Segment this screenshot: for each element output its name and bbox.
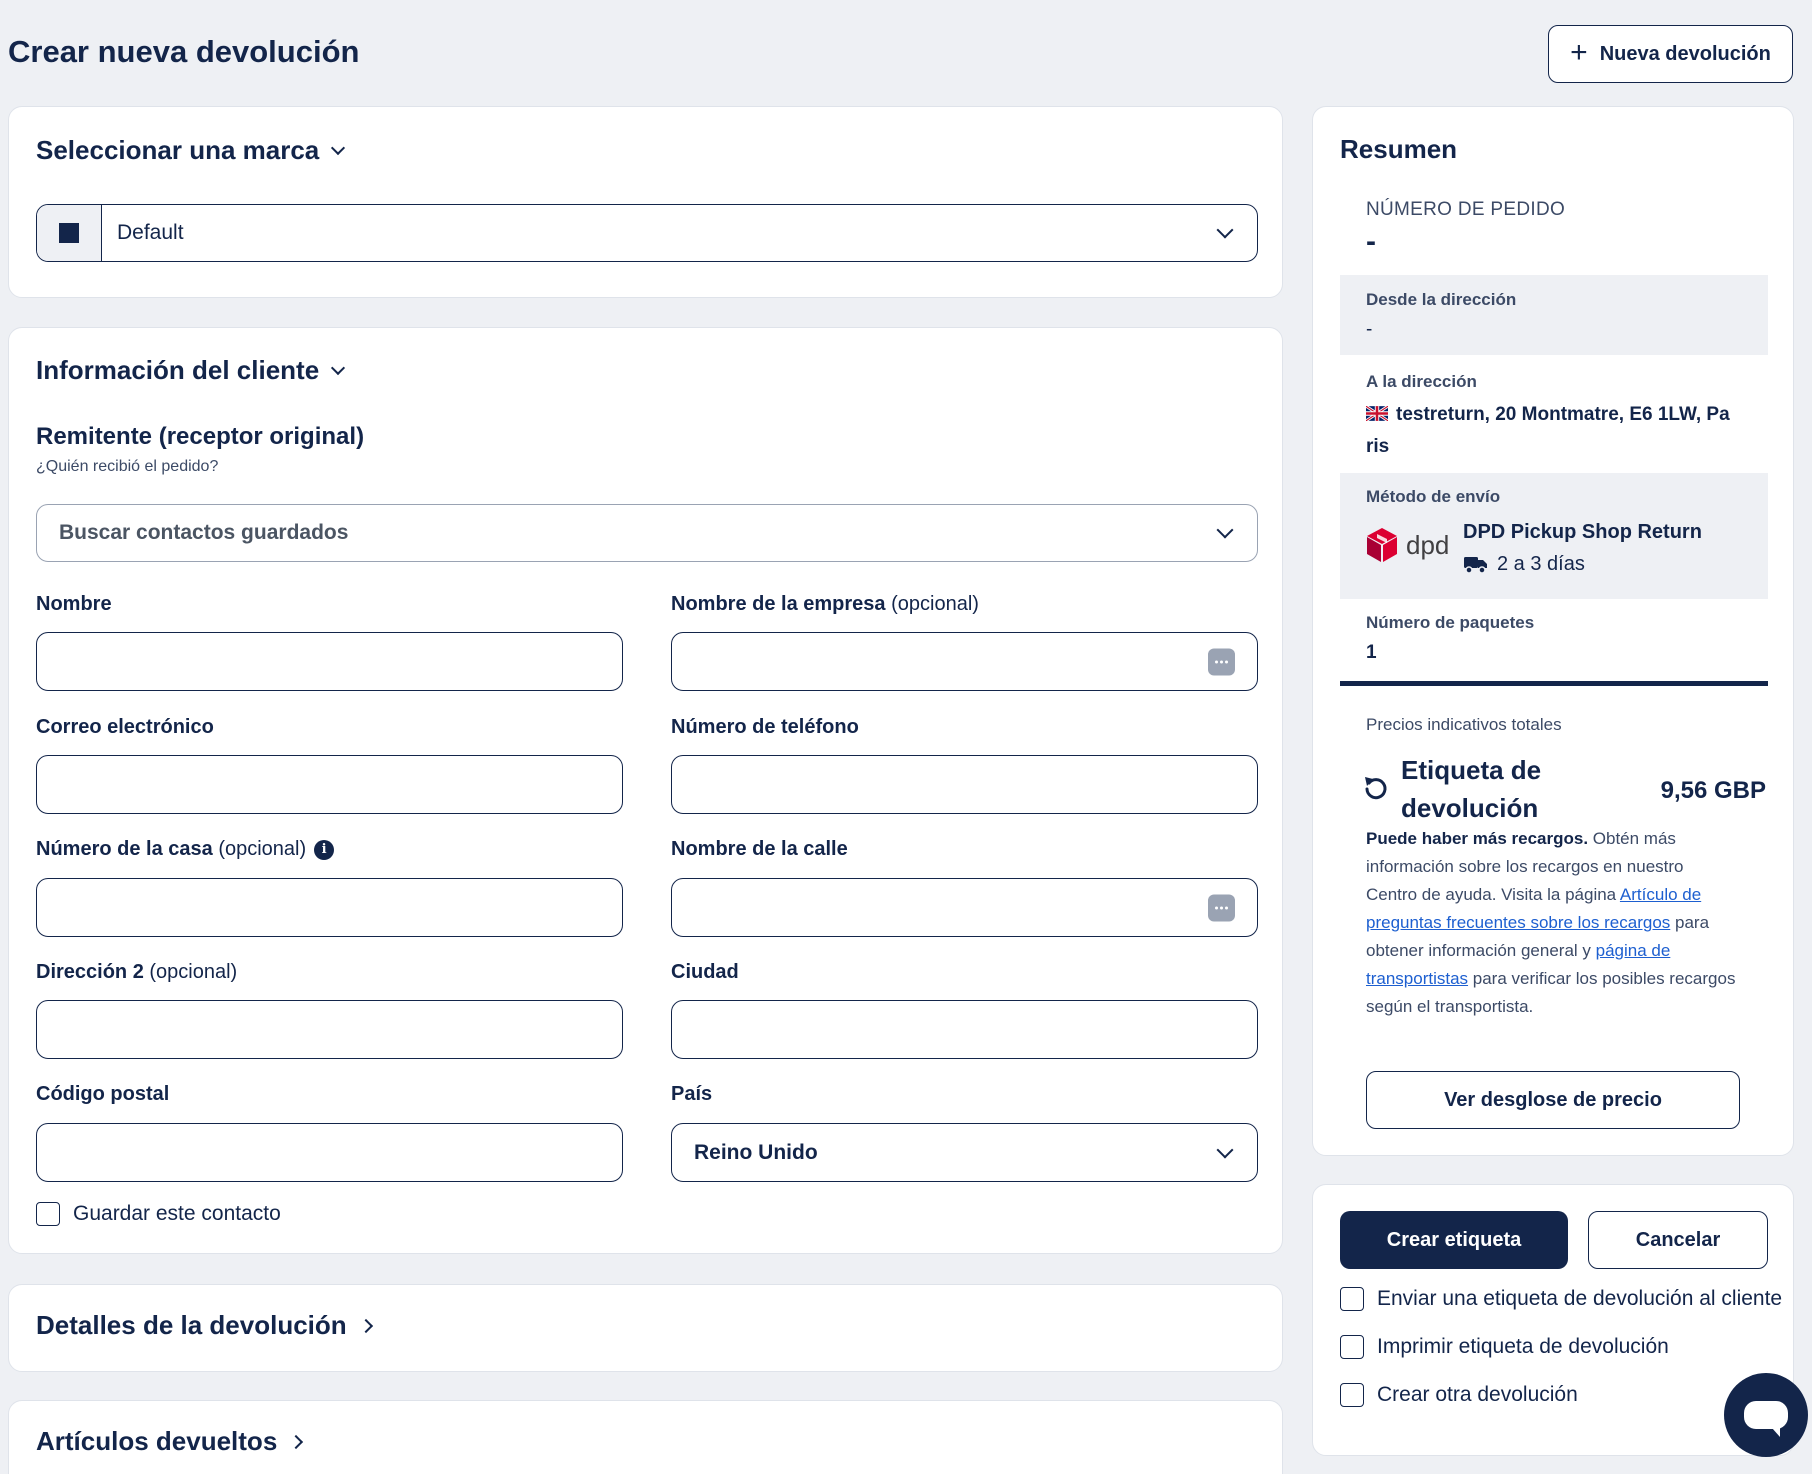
customer-info-card: Información del cliente Remitente (recep… bbox=[8, 327, 1283, 1254]
print-label-checkbox[interactable] bbox=[1340, 1335, 1364, 1359]
save-contact-label: Guardar este contacto bbox=[73, 1202, 281, 1225]
order-number-label: NÚMERO DE PEDIDO bbox=[1366, 199, 1566, 220]
chevron-down-icon bbox=[331, 140, 346, 155]
from-address-label: Desde la dirección bbox=[1366, 290, 1517, 309]
send-label-checkbox[interactable] bbox=[1340, 1287, 1364, 1311]
create-another-checkbox[interactable] bbox=[1340, 1383, 1364, 1407]
street-input[interactable] bbox=[671, 878, 1258, 937]
house-number-label: Número de la casa (opcional) i bbox=[36, 838, 335, 861]
chat-icon bbox=[1744, 1401, 1788, 1437]
return-details-title: Detalles de la devolución bbox=[36, 1310, 347, 1340]
city-input[interactable] bbox=[671, 1000, 1258, 1059]
price-breakdown-button[interactable]: Ver desglose de precio bbox=[1366, 1071, 1740, 1129]
postal-code-input[interactable] bbox=[36, 1123, 623, 1182]
dpd-logo: dpd bbox=[1366, 527, 1449, 563]
customer-section-title: Información del cliente bbox=[36, 355, 320, 385]
order-number-value: - bbox=[1366, 225, 1376, 258]
country-label: País bbox=[671, 1083, 713, 1105]
name-label: Nombre bbox=[36, 593, 112, 615]
plus-icon: + bbox=[1570, 35, 1588, 69]
sender-heading: Remitente (receptor original) bbox=[36, 423, 365, 450]
uk-flag-icon bbox=[1366, 406, 1388, 421]
info-icon[interactable]: i bbox=[314, 839, 335, 860]
company-input[interactable] bbox=[671, 632, 1258, 691]
dpd-cube-icon bbox=[1367, 528, 1397, 562]
return-details-card[interactable]: Detalles de la devolución bbox=[8, 1284, 1283, 1372]
autofill-icon[interactable] bbox=[1208, 894, 1235, 921]
city-label: Ciudad bbox=[671, 961, 739, 983]
returned-items-card[interactable]: Artículos devueltos bbox=[8, 1400, 1283, 1474]
price-item-name: Etiqueta de devolución bbox=[1401, 755, 1542, 823]
chevron-down-icon bbox=[1216, 521, 1234, 539]
print-label-text: Imprimir etiqueta de devolución bbox=[1377, 1335, 1669, 1358]
shipping-method-label: Método de envío bbox=[1366, 487, 1501, 506]
chevron-down-icon bbox=[1216, 1141, 1234, 1158]
phone-input[interactable] bbox=[671, 755, 1258, 814]
create-another-option[interactable]: Crear otra devolución bbox=[1340, 1383, 1578, 1407]
create-another-text: Crear otra devolución bbox=[1377, 1383, 1578, 1406]
email-label: Correo electrónico bbox=[36, 716, 214, 738]
summary-divider bbox=[1340, 681, 1768, 686]
saved-contacts-placeholder: Buscar contactos guardados bbox=[59, 521, 349, 544]
return-details-toggle[interactable]: Detalles de la devolución bbox=[36, 1310, 373, 1341]
return-arrow-icon bbox=[1365, 777, 1387, 800]
print-label-option[interactable]: Imprimir etiqueta de devolución bbox=[1340, 1335, 1669, 1359]
street-label: Nombre de la calle bbox=[671, 838, 848, 860]
name-input[interactable] bbox=[36, 632, 623, 691]
prices-label: Precios indicativos totales bbox=[1366, 715, 1562, 734]
brand-card: Seleccionar una marca Default bbox=[8, 106, 1283, 298]
new-return-button[interactable]: + Nueva devolución bbox=[1548, 25, 1793, 83]
chevron-right-icon bbox=[289, 1434, 304, 1449]
packages-label: Número de paquetes bbox=[1366, 613, 1535, 632]
chevron-right-icon bbox=[358, 1318, 373, 1333]
returned-items-toggle[interactable]: Artículos devueltos bbox=[36, 1426, 304, 1457]
brand-color-swatch-box bbox=[37, 205, 102, 261]
brand-select[interactable]: Default bbox=[36, 204, 1258, 262]
brand-section-title: Seleccionar una marca bbox=[36, 135, 320, 165]
from-address-band bbox=[1340, 275, 1768, 355]
dpd-logo-text: dpd bbox=[1406, 529, 1450, 560]
create-label-button[interactable]: Crear etiqueta bbox=[1340, 1211, 1568, 1269]
packages-value: 1 bbox=[1366, 642, 1377, 663]
country-select-value: Reino Unido bbox=[694, 1140, 818, 1164]
send-label-text: Enviar una etiqueta de devolución al cli… bbox=[1377, 1287, 1783, 1310]
save-contact-checkbox[interactable] bbox=[36, 1202, 60, 1226]
actions-card: Crear etiqueta Cancelar Enviar una etiqu… bbox=[1312, 1184, 1794, 1456]
autofill-icon[interactable] bbox=[1208, 648, 1235, 675]
address2-input[interactable] bbox=[36, 1000, 623, 1059]
price-amount: 9,56 GBP bbox=[1660, 777, 1766, 804]
sender-hint: ¿Quién recibió el pedido? bbox=[36, 458, 219, 475]
surcharge-notice: Puede haber más recargos. Obtén más info… bbox=[1366, 829, 1736, 1016]
country-select[interactable]: Reino Unido bbox=[671, 1123, 1258, 1182]
chevron-down-icon bbox=[331, 360, 346, 375]
email-input[interactable] bbox=[36, 755, 623, 814]
page-title: Crear nueva devolución bbox=[8, 34, 360, 69]
send-label-option[interactable]: Enviar una etiqueta de devolución al cli… bbox=[1340, 1287, 1782, 1311]
customer-section-toggle[interactable]: Información del cliente bbox=[36, 355, 346, 386]
saved-contacts-search[interactable]: Buscar contactos guardados bbox=[36, 504, 1258, 562]
cancel-button[interactable]: Cancelar bbox=[1588, 1211, 1768, 1269]
from-address-value: - bbox=[1366, 319, 1373, 340]
to-address-value: testreturn, 20 Montmatre, E6 1LW, Pa ris bbox=[1366, 404, 1730, 457]
returned-items-title: Artículos devueltos bbox=[36, 1426, 278, 1456]
brand-section-toggle[interactable]: Seleccionar una marca bbox=[36, 135, 346, 166]
carrier-time: 2 a 3 días bbox=[1463, 553, 1585, 576]
summary-card: Resumen NÚMERO DE PEDIDO - Desde la dire… bbox=[1312, 106, 1794, 1156]
phone-label: Número de teléfono bbox=[671, 716, 859, 738]
carrier-name: DPD Pickup Shop Return bbox=[1463, 521, 1702, 543]
new-return-button-label: Nueva devolución bbox=[1599, 42, 1771, 65]
to-address-label: A la dirección bbox=[1366, 372, 1477, 391]
brand-color-swatch bbox=[59, 223, 79, 243]
address2-label: Dirección 2 (opcional) bbox=[36, 961, 238, 983]
company-label: Nombre de la empresa (opcional) bbox=[671, 593, 979, 615]
summary-title: Resumen bbox=[1340, 134, 1458, 164]
brand-select-value: Default bbox=[117, 221, 184, 244]
postal-code-label: Código postal bbox=[36, 1083, 170, 1105]
truck-icon bbox=[1464, 556, 1487, 574]
house-number-input[interactable] bbox=[36, 878, 623, 937]
save-contact-option[interactable]: Guardar este contacto bbox=[36, 1202, 281, 1226]
chat-support-button[interactable] bbox=[1724, 1373, 1808, 1457]
